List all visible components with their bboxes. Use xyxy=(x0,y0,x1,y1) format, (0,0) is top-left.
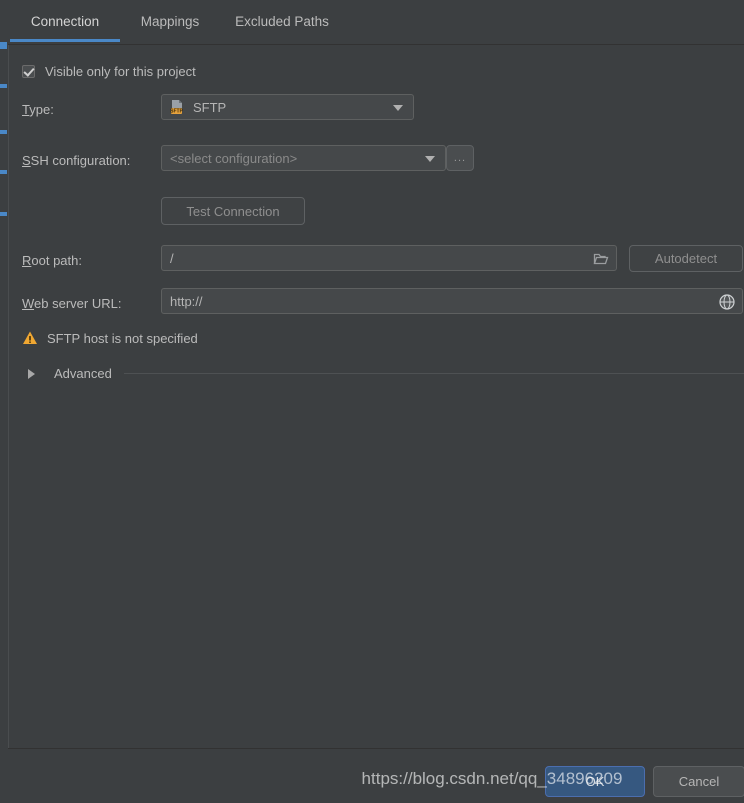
web-server-url-input[interactable]: http:// xyxy=(161,288,743,314)
dialog-footer: OK Cancel xyxy=(8,749,744,803)
cancel-button[interactable]: Cancel xyxy=(653,766,744,797)
tab-excluded-paths[interactable]: Excluded Paths xyxy=(220,0,344,43)
root-path-value: / xyxy=(170,250,174,266)
visible-only-label: Visible only for this project xyxy=(45,64,196,79)
type-value: SFTP xyxy=(193,99,227,115)
ok-button[interactable]: OK xyxy=(545,766,645,797)
type-label: Type: xyxy=(22,102,54,117)
folder-icon[interactable] xyxy=(593,251,609,270)
type-dropdown[interactable]: SFTP SFTP xyxy=(161,94,414,120)
advanced-section-toggle[interactable]: Advanced xyxy=(22,366,744,381)
left-strip-mark xyxy=(0,170,7,174)
warning-triangle-icon xyxy=(22,330,38,346)
validation-warning: SFTP host is not specified xyxy=(22,330,198,346)
web-server-url-label: Web server URL: xyxy=(22,296,122,311)
ssh-configuration-dropdown[interactable]: <select configuration> xyxy=(161,145,446,171)
test-connection-button[interactable]: Test Connection xyxy=(161,197,305,225)
checkbox-box xyxy=(22,65,35,78)
chevron-down-icon xyxy=(425,156,435,162)
visible-only-for-project-checkbox[interactable]: Visible only for this project xyxy=(22,64,196,79)
ssh-configuration-placeholder: <select configuration> xyxy=(170,150,298,166)
chevron-down-icon xyxy=(393,105,403,111)
left-strip-mark xyxy=(0,130,7,134)
root-path-label: Root path: xyxy=(22,253,82,268)
connection-form: Visible only for this project Type: SFTP… xyxy=(8,44,744,748)
left-strip-mark xyxy=(0,84,7,88)
sftp-protocol-icon: SFTP xyxy=(169,99,185,115)
validation-warning-text: SFTP host is not specified xyxy=(47,330,198,346)
svg-text:SFTP: SFTP xyxy=(170,109,183,115)
tab-mappings[interactable]: Mappings xyxy=(126,0,214,43)
autodetect-button[interactable]: Autodetect xyxy=(629,245,743,272)
section-separator xyxy=(123,373,744,374)
advanced-label: Advanced xyxy=(54,366,112,381)
ssh-configuration-browse-button[interactable]: ... xyxy=(446,145,474,171)
left-strip-mark xyxy=(0,42,7,49)
active-tab-indicator xyxy=(10,39,120,42)
left-strip-mark xyxy=(0,212,7,216)
web-server-url-value: http:// xyxy=(170,293,203,309)
tab-connection[interactable]: Connection xyxy=(14,0,116,43)
ssh-configuration-label: SSH configuration: xyxy=(22,153,131,168)
tab-bar: Connection Mappings Excluded Paths xyxy=(8,0,744,45)
root-path-input[interactable]: / xyxy=(161,245,617,271)
globe-icon[interactable] xyxy=(718,293,736,314)
chevron-right-icon xyxy=(28,368,42,379)
